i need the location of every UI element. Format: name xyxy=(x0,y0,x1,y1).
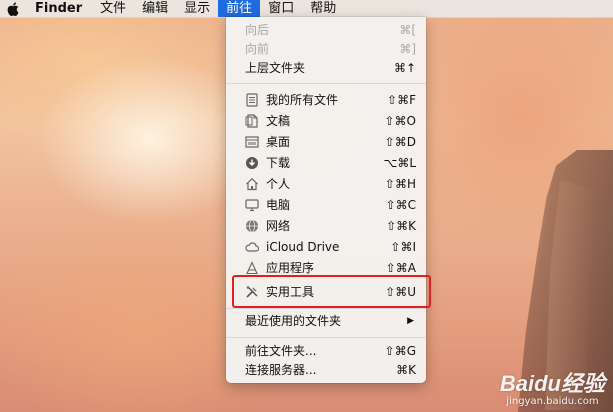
documents-icon xyxy=(245,114,259,128)
cloud-icon xyxy=(245,240,259,254)
menu-item-go-to-folder-label: 前往文件夹... xyxy=(245,344,317,358)
apple-logo-icon[interactable] xyxy=(5,0,21,17)
downloads-icon xyxy=(245,156,259,170)
menu-item-icloud-shortcut: ⇧⌘I xyxy=(390,240,416,254)
menu-item-go-to-folder[interactable]: 前往文件夹... ⇧⌘G xyxy=(226,341,426,361)
network-icon xyxy=(245,219,259,233)
home-icon xyxy=(245,177,259,191)
menu-item-all-files-label: 我的所有文件 xyxy=(266,93,339,107)
menu-item-documents[interactable]: 文稿 ⇧⌘O xyxy=(226,111,426,131)
menu-separator xyxy=(226,83,426,84)
menu-item-forward-label: 向前 xyxy=(245,42,270,56)
menu-item-documents-label: 文稿 xyxy=(266,114,291,128)
menu-item-forward[interactable]: 向前 ⌘] xyxy=(226,39,426,59)
menu-item-home-shortcut: ⇧⌘H xyxy=(384,177,416,191)
menu-separator xyxy=(226,337,426,338)
desktop-icon xyxy=(245,135,259,149)
menubar-help[interactable]: 帮助 xyxy=(302,0,344,17)
menu-bar: Finder 文件 编辑 显示 前往 窗口 帮助 xyxy=(0,0,613,18)
menu-item-computer[interactable]: 电脑 ⇧⌘C xyxy=(226,195,426,215)
menu-item-downloads-shortcut: ⌥⌘L xyxy=(383,156,416,170)
menu-item-enclosing-shortcut: ⌘↑ xyxy=(393,61,416,75)
menu-item-back[interactable]: 向后 ⌘[ xyxy=(226,20,426,40)
menu-item-downloads[interactable]: 下载 ⌥⌘L xyxy=(226,153,426,173)
menu-item-documents-shortcut: ⇧⌘O xyxy=(384,114,417,128)
watermark-url: jingyan.baidu.com xyxy=(506,396,599,407)
menu-item-connect-server-label: 连接服务器... xyxy=(245,363,317,377)
menu-item-all-files[interactable]: 我的所有文件 ⇧⌘F xyxy=(226,90,426,110)
computer-icon xyxy=(245,198,259,212)
watermark-logo: Baidu经验 xyxy=(499,371,605,396)
menu-item-recent-folders-label: 最近使用的文件夹 xyxy=(245,314,342,328)
menubar-go[interactable]: 前往 xyxy=(218,0,261,17)
menu-item-enclosing-label: 上层文件夹 xyxy=(245,61,306,75)
menu-item-network-label: 网络 xyxy=(266,219,291,233)
menu-item-go-to-folder-shortcut: ⇧⌘G xyxy=(384,344,416,358)
menubar-file[interactable]: 文件 xyxy=(92,0,134,17)
menu-item-recent-folders[interactable]: 最近使用的文件夹 ▶ xyxy=(226,311,426,331)
menu-item-desktop-label: 桌面 xyxy=(266,135,291,149)
menu-item-home-label: 个人 xyxy=(266,177,291,191)
all-files-icon xyxy=(245,93,259,107)
go-menu-dropdown: 向后 ⌘[ 向前 ⌘] 上层文件夹 ⌘↑ 我的所有文件 ⇧⌘F 文稿 ⇧⌘O 桌… xyxy=(226,17,426,383)
menu-item-computer-label: 电脑 xyxy=(266,198,291,212)
menu-item-connect-server-shortcut: ⌘K xyxy=(396,363,416,377)
menubar-edit[interactable]: 编辑 xyxy=(134,0,176,17)
menu-separator xyxy=(226,308,426,309)
menubar-view[interactable]: 显示 xyxy=(176,0,218,17)
menu-item-forward-shortcut: ⌘] xyxy=(399,42,416,56)
baidu-watermark: Baidu经验 jingyan.baidu.com xyxy=(500,372,605,408)
menu-item-back-shortcut: ⌘[ xyxy=(399,23,416,37)
menu-item-desktop-shortcut: ⇧⌘D xyxy=(384,135,416,149)
submenu-arrow-icon: ▶ xyxy=(407,316,414,326)
menu-item-desktop[interactable]: 桌面 ⇧⌘D xyxy=(226,132,426,152)
applications-icon xyxy=(245,261,259,275)
menu-item-computer-shortcut: ⇧⌘C xyxy=(385,198,416,212)
menu-item-enclosing-folder[interactable]: 上层文件夹 ⌘↑ xyxy=(226,58,426,78)
menubar-window[interactable]: 窗口 xyxy=(260,0,302,17)
menu-item-icloud-drive[interactable]: iCloud Drive ⇧⌘I xyxy=(226,237,426,257)
menu-item-home[interactable]: 个人 ⇧⌘H xyxy=(226,174,426,194)
annotation-highlight-box xyxy=(232,275,431,308)
menu-item-network[interactable]: 网络 ⇧⌘K xyxy=(226,216,426,236)
menu-item-network-shortcut: ⇧⌘K xyxy=(386,219,416,233)
menu-item-connect-server[interactable]: 连接服务器... ⌘K xyxy=(226,360,426,380)
menu-item-all-files-shortcut: ⇧⌘F xyxy=(387,93,416,107)
menu-item-back-label: 向后 xyxy=(245,23,270,37)
menu-item-downloads-label: 下载 xyxy=(266,156,291,170)
menu-item-icloud-label: iCloud Drive xyxy=(266,240,340,254)
menubar-app-finder[interactable]: Finder xyxy=(31,0,92,17)
